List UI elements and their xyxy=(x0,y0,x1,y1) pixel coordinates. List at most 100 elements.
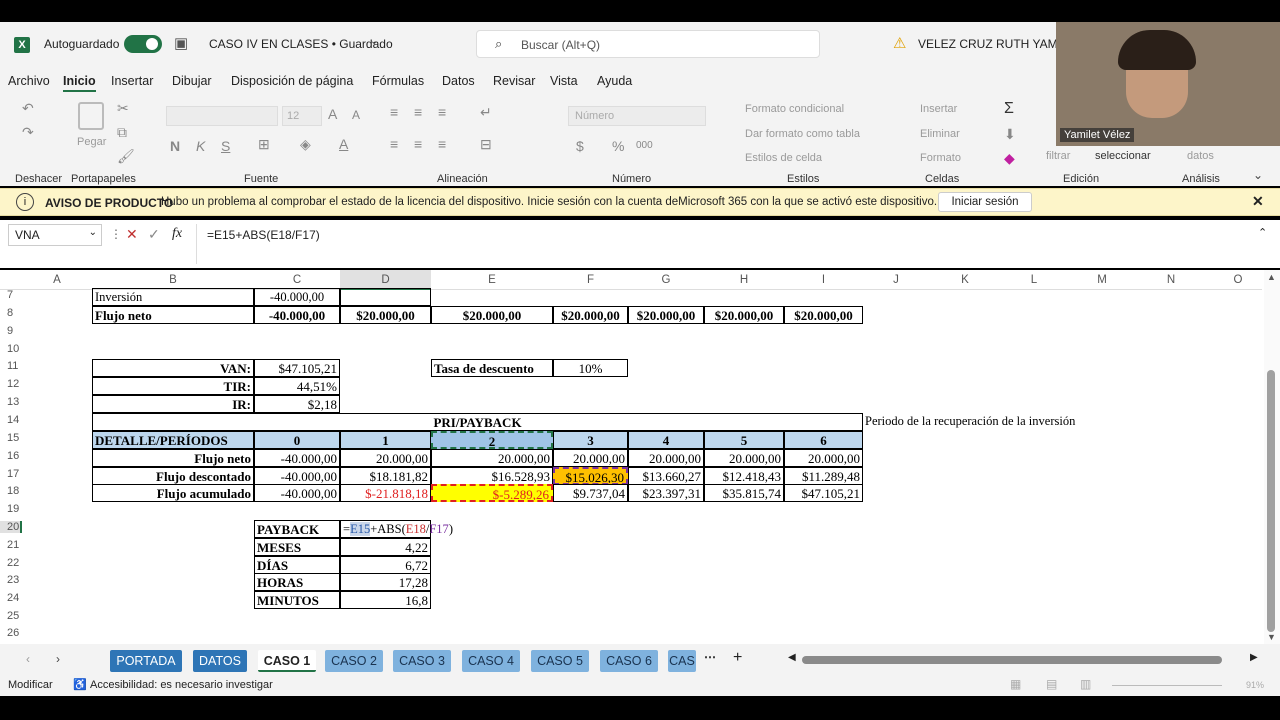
row-header-14[interactable]: 14 xyxy=(0,414,22,426)
format-painter-icon[interactable]: 🖌 xyxy=(117,148,135,165)
tab-portada[interactable]: PORTADA xyxy=(110,650,182,672)
collapse-formula-icon[interactable]: ⌃ xyxy=(1258,226,1267,239)
autosave-toggle[interactable] xyxy=(124,35,162,53)
cell-periods-3[interactable]: 3 xyxy=(553,431,628,449)
align-right-icon[interactable]: ≡ xyxy=(438,136,446,152)
cell-flujo_acum-6[interactable]: $47.105,21 xyxy=(784,484,863,502)
cell-flujo_neto-6[interactable]: 20.000,00 xyxy=(784,449,863,467)
copy-icon[interactable]: ⧉ xyxy=(117,124,127,141)
currency-icon[interactable]: $ xyxy=(576,138,584,154)
tab-caso-6[interactable]: CASO 6 xyxy=(600,650,658,672)
col-L[interactable]: L xyxy=(1001,272,1067,289)
row-header-26[interactable]: 26 xyxy=(0,627,22,639)
undo-icon[interactable]: ↶ xyxy=(22,100,34,117)
cell-C20[interactable]: PAYBACK xyxy=(254,520,340,538)
col-A[interactable]: A xyxy=(22,272,92,289)
row-header-12[interactable]: 12 xyxy=(0,378,22,390)
tab-caso-1[interactable]: CASO 1 xyxy=(258,650,316,672)
vertical-scrollbar[interactable]: ▲ ▼ xyxy=(1264,270,1280,644)
name-box[interactable]: VNA ⌄ xyxy=(8,224,102,246)
filter-label[interactable]: filtrar xyxy=(1046,150,1070,162)
cell-C21[interactable]: MESES xyxy=(254,538,340,556)
fill-color-icon[interactable]: ◈ xyxy=(300,136,311,153)
cell-pri-title[interactable]: PRI/PAYBACK xyxy=(92,413,863,431)
data-label[interactable]: datos xyxy=(1187,150,1214,162)
cell-C24[interactable]: MINUTOS xyxy=(254,591,340,609)
cell-flujo_acum-5[interactable]: $35.815,74 xyxy=(704,484,784,502)
horizontal-scrollbar[interactable] xyxy=(802,656,1222,664)
col-G[interactable]: G xyxy=(628,272,704,289)
row-header-13[interactable]: 13 xyxy=(0,396,22,408)
cell-D24[interactable]: 16,8 xyxy=(340,591,431,609)
conditional-format-button[interactable]: Formato condicional xyxy=(745,103,844,115)
select-label[interactable]: seleccionar xyxy=(1095,150,1151,162)
cell-D22[interactable]: 6,72 xyxy=(340,556,431,574)
align-left-icon[interactable]: ≡ xyxy=(390,136,398,152)
underline-icon[interactable]: S xyxy=(221,138,230,154)
cell-flujo_desc-6[interactable]: $11.289,48 xyxy=(784,467,863,485)
save-icon[interactable]: ▣ xyxy=(174,34,188,52)
col-J[interactable]: J xyxy=(863,272,929,289)
col-E[interactable]: E xyxy=(431,272,553,289)
cell-flujo_neto-1[interactable]: 20.000,00 xyxy=(340,449,431,467)
search-box[interactable]: ⌕ Buscar (Alt+Q) xyxy=(476,30,820,58)
cell-label-flujo_acum[interactable]: Flujo acumulado xyxy=(92,484,254,502)
col-I[interactable]: I xyxy=(784,272,863,289)
cell-flujo_desc-1[interactable]: $18.181,82 xyxy=(340,467,431,485)
cell-B11[interactable]: VAN: xyxy=(92,359,254,377)
align-center-icon[interactable]: ≡ xyxy=(414,136,422,152)
row-header-15[interactable]: 15 xyxy=(0,432,22,444)
bold-icon[interactable]: N xyxy=(170,138,180,154)
cell-flujo_desc-5[interactable]: $12.418,43 xyxy=(704,467,784,485)
menu-archivo[interactable]: Archivo xyxy=(8,74,50,88)
cell-periods-1[interactable]: 1 xyxy=(340,431,431,449)
accessibility-status[interactable]: Accesibilidad: es necesario investigar xyxy=(90,679,273,691)
cell-B8[interactable]: Flujo neto xyxy=(92,306,254,324)
paste-icon[interactable] xyxy=(78,102,104,130)
normal-view-icon[interactable]: ▦ xyxy=(1010,677,1021,691)
menu-dibujar[interactable]: Dibujar xyxy=(172,74,212,88)
cell-flujo_neto-4[interactable]: 20.000,00 xyxy=(628,449,704,467)
cell-flujo_neto-2[interactable]: 20.000,00 xyxy=(431,449,553,467)
cell-J14[interactable]: Periodo de la recuperación de la inversi… xyxy=(865,413,1125,431)
row-header-11[interactable]: 11 xyxy=(0,360,22,372)
delete-cells-button[interactable]: Eliminar xyxy=(920,128,960,140)
cell-C23[interactable]: HORAS xyxy=(254,573,340,591)
cell-flujo_acum-3[interactable]: $9.737,04 xyxy=(553,484,628,502)
cell-flujo_neto-3[interactable]: 20.000,00 xyxy=(553,449,628,467)
table-format-button[interactable]: Dar formato como tabla xyxy=(745,128,860,140)
cell-D20-editing[interactable]: =E15+ABS(E18/F17) xyxy=(340,520,453,538)
tab-caso-4[interactable]: CASO 4 xyxy=(462,650,520,672)
cell-C7[interactable]: -40.000,00 xyxy=(254,288,340,306)
cell-D23[interactable]: 17,28 xyxy=(340,573,431,591)
row-header-21[interactable]: 21 xyxy=(0,539,22,551)
cell-flujo_acum-0[interactable]: -40.000,00 xyxy=(254,484,340,502)
cell-label-flujo_neto[interactable]: Flujo neto xyxy=(92,449,254,467)
grow-font-icon[interactable]: A xyxy=(328,106,337,122)
col-N[interactable]: N xyxy=(1137,272,1205,289)
cell-flujo_acum-4[interactable]: $23.397,31 xyxy=(628,484,704,502)
menu-disposicion[interactable]: Disposición de página xyxy=(231,74,353,88)
scroll-right-icon[interactable]: ▶ xyxy=(1250,652,1258,663)
enter-icon[interactable]: ✓ xyxy=(148,226,160,243)
font-color-icon[interactable]: A xyxy=(339,136,348,152)
cell-styles-button[interactable]: Estilos de celda xyxy=(745,152,822,164)
cell-E8[interactable]: $20.000,00 xyxy=(431,306,553,324)
col-D[interactable]: D xyxy=(340,272,431,289)
cell-periods-6[interactable]: 6 xyxy=(784,431,863,449)
more-sheets-icon[interactable]: ⋯ xyxy=(704,650,716,664)
redo-icon[interactable]: ↷ xyxy=(22,124,34,141)
col-C[interactable]: C xyxy=(254,272,340,289)
row-header-25[interactable]: 25 xyxy=(0,610,22,622)
menu-insertar[interactable]: Insertar xyxy=(111,74,153,88)
prev-sheet-icon[interactable]: ‹ xyxy=(26,652,30,666)
col-O[interactable]: O xyxy=(1205,272,1271,289)
formula-input[interactable]: =E15+ABS(E18/F17) xyxy=(196,224,1246,264)
page-break-icon[interactable]: ▥ xyxy=(1080,677,1091,691)
font-size-box[interactable]: 12 xyxy=(282,106,322,126)
cell-F8[interactable]: $20.000,00 xyxy=(553,306,628,324)
autosum-icon[interactable]: Σ xyxy=(1004,100,1014,118)
sign-in-button[interactable]: Iniciar sesión xyxy=(938,192,1032,212)
tab-datos[interactable]: DATOS xyxy=(193,650,247,672)
fill-icon[interactable]: ⬇ xyxy=(1004,126,1016,143)
